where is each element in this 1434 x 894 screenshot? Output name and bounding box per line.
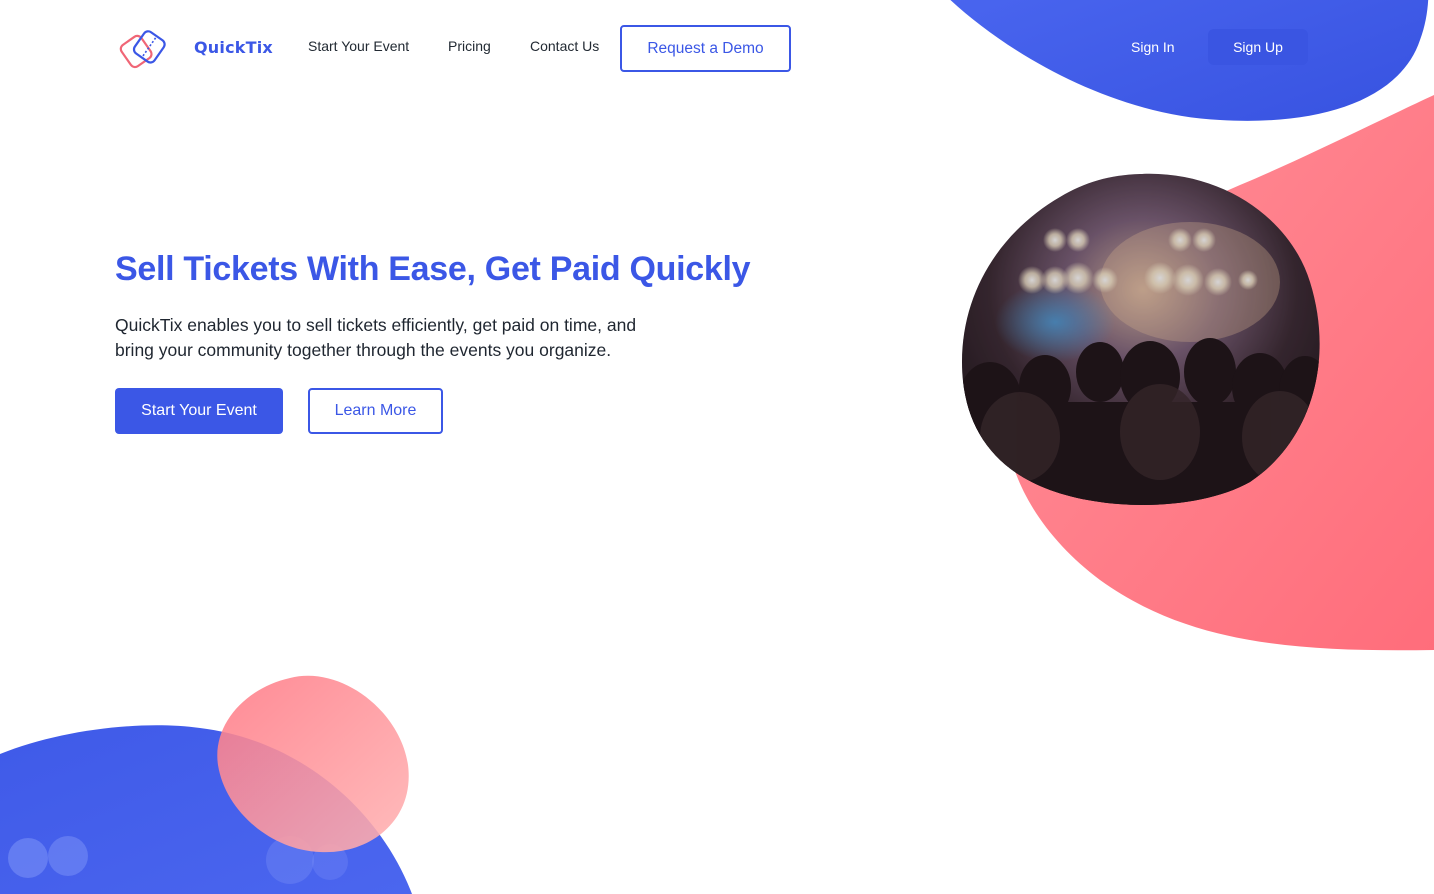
sign-up-button[interactable]: Sign Up (1208, 29, 1308, 65)
ticket-logo-icon (119, 30, 166, 69)
decorative-blue-blob-top (950, 0, 1429, 121)
nav-link-contact[interactable]: Contact Us (530, 38, 599, 54)
hero-description: QuickTix enables you to sell tickets eff… (115, 315, 637, 360)
decorative-pink-blob-bottom (217, 675, 409, 853)
learn-more-button[interactable]: Learn More (308, 388, 443, 434)
concert-crowd-image (962, 173, 1320, 505)
hero-title: Sell Tickets With Ease, Get Paid Quickly (115, 250, 751, 288)
nav-link-start-event[interactable]: Start Your Event (308, 38, 409, 54)
request-demo-button[interactable]: Request a Demo (620, 25, 791, 72)
brand-name: QuickTix (194, 37, 273, 57)
decorative-blue-blob-bottom (0, 725, 412, 894)
brand-logo[interactable]: QuickTix (116, 24, 273, 70)
nav-link-pricing[interactable]: Pricing (448, 38, 491, 54)
start-event-button[interactable]: Start Your Event (115, 388, 283, 434)
sign-in-link[interactable]: Sign In (1131, 39, 1175, 55)
